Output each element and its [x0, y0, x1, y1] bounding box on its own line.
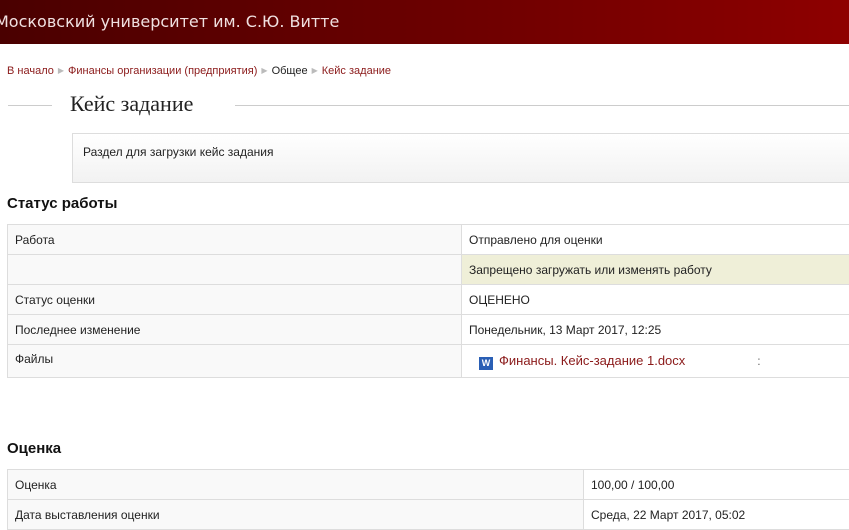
- breadcrumb-course[interactable]: Финансы организации (предприятия): [68, 65, 257, 77]
- table-row: Запрещено загружать или изменять работу: [8, 255, 849, 285]
- breadcrumb-separator-icon: ▶: [312, 66, 318, 75]
- row-label: [8, 255, 462, 285]
- table-row: Файлы W Финансы. Кейс-задание 1.docx:: [8, 345, 849, 378]
- row-label: Работа: [8, 225, 462, 255]
- files-cell: W Финансы. Кейс-задание 1.docx:: [462, 345, 849, 378]
- last-modified: Понедельник, 13 Март 2017, 12:25: [462, 315, 849, 345]
- table-row: Статус оценкиОЦЕНЕНО: [8, 285, 849, 315]
- status-heading: Статус работы: [7, 195, 117, 212]
- row-value: Отправлено для оценки: [462, 225, 849, 255]
- title-divider: [235, 105, 849, 106]
- title-divider: [8, 105, 52, 106]
- grade-value: 100,00 / 100,00: [584, 470, 849, 500]
- site-title[interactable]: Московский университет им. С.Ю. Витте: [0, 12, 339, 31]
- site-header: Московский университет им. С.Ю. Витте: [0, 0, 849, 44]
- status-table: РаботаОтправлено для оценки Запрещено за…: [7, 224, 849, 378]
- graded-date: Среда, 22 Март 2017, 05:02: [584, 500, 849, 530]
- grade-table: Оценка100,00 / 100,00 Дата выставления о…: [7, 469, 849, 530]
- row-label: Дата выставления оценки: [8, 500, 584, 530]
- row-label: Файлы: [8, 345, 462, 378]
- row-label: Последнее изменение: [8, 315, 462, 345]
- grading-status: ОЦЕНЕНО: [462, 285, 849, 315]
- table-row: Оценка100,00 / 100,00: [8, 470, 849, 500]
- row-label: Оценка: [8, 470, 584, 500]
- table-row: Последнее изменениеПонедельник, 13 Март …: [8, 315, 849, 345]
- breadcrumb-section: Общее: [272, 65, 308, 77]
- table-row: Дата выставления оценкиСреда, 22 Март 20…: [8, 500, 849, 530]
- word-document-icon: W: [479, 357, 493, 370]
- breadcrumb-home[interactable]: В начало: [7, 65, 54, 77]
- assignment-description: Раздел для загрузки кейс задания: [72, 133, 849, 183]
- breadcrumb-separator-icon: ▶: [58, 66, 64, 75]
- file-link[interactable]: Финансы. Кейс-задание 1.docx: [499, 353, 685, 368]
- breadcrumb-separator-icon: ▶: [261, 66, 267, 75]
- table-row: РаботаОтправлено для оценки: [8, 225, 849, 255]
- page-title: Кейс задание: [70, 91, 193, 117]
- row-label: Статус оценки: [8, 285, 462, 315]
- file-extra: :: [757, 354, 760, 368]
- row-value: Запрещено загружать или изменять работу: [462, 255, 849, 285]
- grade-heading: Оценка: [7, 440, 61, 457]
- breadcrumb: В начало ▶ Финансы организации (предприяти…: [7, 65, 391, 77]
- breadcrumb-current[interactable]: Кейс задание: [322, 65, 391, 77]
